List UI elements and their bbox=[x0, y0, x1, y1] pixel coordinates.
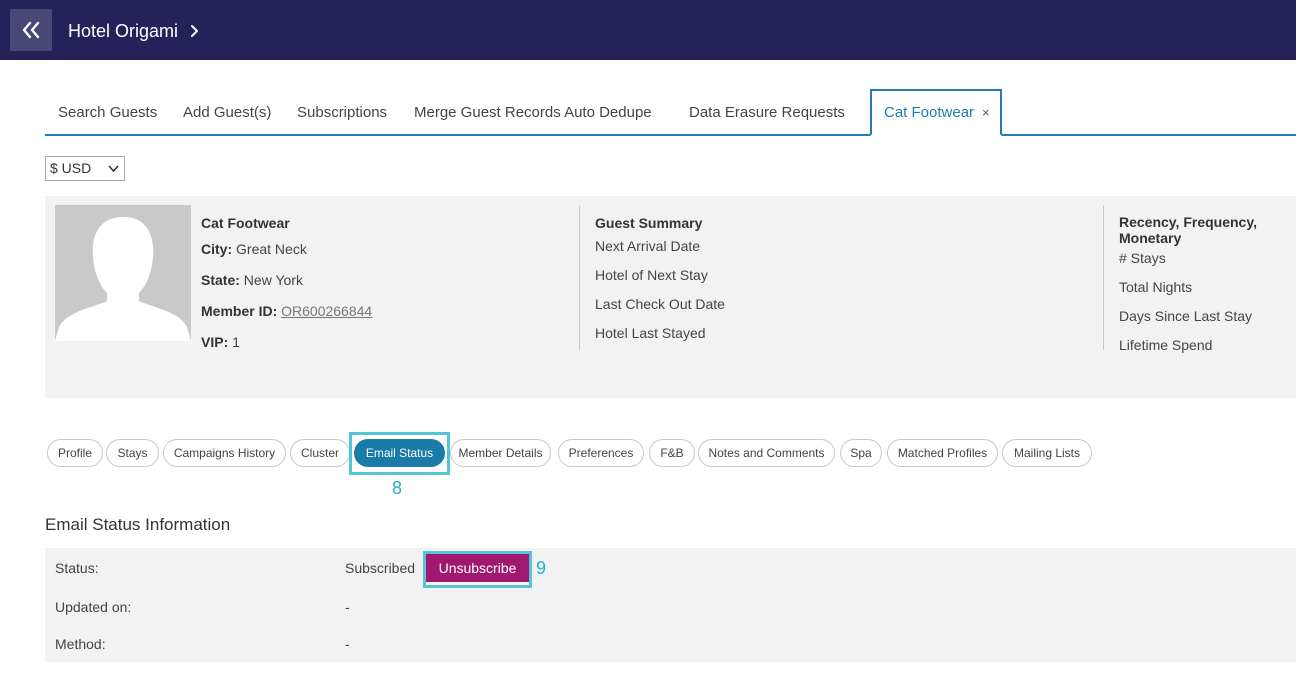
user-silhouette-icon bbox=[55, 205, 191, 341]
status-label: Status: bbox=[55, 560, 99, 576]
rfm-row: Days Since Last Stay bbox=[1119, 308, 1253, 324]
member-id-row: Member ID: OR600266844 bbox=[201, 302, 372, 320]
guest-details: Cat Footwear City: Great Neck State: New… bbox=[201, 214, 372, 364]
rfm-summary: Recency, Frequency, Monetary # Stays Tot… bbox=[1119, 214, 1289, 366]
subtab-profile[interactable]: Profile bbox=[47, 439, 103, 467]
guest-summary: Guest Summary Next Arrival Date Hotel of… bbox=[595, 214, 725, 353]
rfm-heading: Recency, Frequency, Monetary bbox=[1119, 214, 1257, 246]
subtab-campaigns-history[interactable]: Campaigns History bbox=[163, 439, 286, 467]
email-status-table: Status: Subscribed Unsubscribe Updated o… bbox=[45, 548, 1296, 662]
subtab-stays[interactable]: Stays bbox=[106, 439, 159, 467]
guest-summary-heading: Guest Summary bbox=[595, 215, 703, 231]
subtab-cluster[interactable]: Cluster bbox=[290, 439, 350, 467]
rfm-row: # Stays bbox=[1119, 250, 1166, 266]
tab-subscriptions[interactable]: Subscriptions bbox=[297, 89, 387, 134]
callout-8: 8 bbox=[392, 478, 403, 498]
guest-name: Cat Footwear bbox=[201, 215, 290, 231]
method-value: - bbox=[345, 636, 350, 652]
subtab-preferences[interactable]: Preferences bbox=[558, 439, 644, 467]
avatar bbox=[55, 205, 191, 341]
highlight-email-status bbox=[349, 432, 450, 475]
rfm-row: Lifetime Spend bbox=[1119, 337, 1213, 353]
subtab-matched-profiles[interactable]: Matched Profiles bbox=[887, 439, 998, 467]
tab-search-guests[interactable]: Search Guests bbox=[58, 89, 157, 134]
subtab-fb[interactable]: F&B bbox=[649, 439, 695, 467]
summary-row: Next Arrival Date bbox=[595, 238, 701, 254]
state-row: State: New York bbox=[201, 271, 372, 289]
subtab-notes-and-comments[interactable]: Notes and Comments bbox=[698, 439, 835, 467]
divider bbox=[579, 206, 580, 350]
top-bar: Hotel Origami bbox=[0, 0, 1296, 60]
app-title[interactable]: Hotel Origami bbox=[68, 20, 178, 42]
member-id-label: Member ID: bbox=[201, 303, 278, 319]
summary-row: Hotel of Next Stay bbox=[595, 267, 708, 283]
close-icon[interactable]: × bbox=[982, 105, 990, 120]
tab-data-erasure-requests[interactable]: Data Erasure Requests bbox=[689, 89, 845, 134]
summary-row: Hotel Last Stayed bbox=[595, 325, 706, 341]
double-chevron-left-icon bbox=[22, 21, 40, 39]
chevron-right-icon[interactable] bbox=[190, 24, 200, 38]
city-row: City: Great Neck bbox=[201, 240, 372, 258]
tab-cat-footwear[interactable]: Cat Footwear × bbox=[870, 89, 1002, 136]
vip-row: VIP: 1 bbox=[201, 333, 372, 351]
tab-merge-guest-records[interactable]: Merge Guest Records Auto Dedupe bbox=[414, 89, 652, 134]
rfm-row: Total Nights bbox=[1119, 279, 1193, 295]
chevron-down-icon bbox=[108, 165, 119, 173]
tab-label: Cat Footwear bbox=[884, 104, 975, 121]
vip-value: 1 bbox=[232, 334, 240, 350]
currency-value: $ USD bbox=[50, 160, 92, 176]
state-label: State: bbox=[201, 272, 240, 288]
updated-on-value: - bbox=[345, 599, 350, 615]
summary-row: Last Check Out Date bbox=[595, 296, 725, 312]
method-label: Method: bbox=[55, 636, 106, 652]
back-button[interactable] bbox=[10, 9, 52, 51]
tab-add-guests[interactable]: Add Guest(s) bbox=[183, 89, 271, 134]
subtab-mailing-lists[interactable]: Mailing Lists bbox=[1002, 439, 1092, 467]
callout-9: 9 bbox=[536, 558, 547, 578]
divider bbox=[1103, 206, 1104, 350]
subtab-spa[interactable]: Spa bbox=[840, 439, 882, 467]
vip-label: VIP: bbox=[201, 334, 229, 350]
city-value: Great Neck bbox=[236, 241, 307, 257]
subtab-member-details[interactable]: Member Details bbox=[450, 439, 551, 467]
email-status-title: Email Status Information bbox=[45, 515, 231, 534]
guest-profile-panel: Cat Footwear City: Great Neck State: New… bbox=[45, 196, 1296, 398]
status-value: Subscribed bbox=[345, 560, 416, 576]
updated-on-label: Updated on: bbox=[55, 599, 132, 615]
member-id-link[interactable]: OR600266844 bbox=[281, 303, 372, 319]
city-label: City: bbox=[201, 241, 233, 257]
highlight-unsubscribe bbox=[423, 551, 532, 588]
state-value: New York bbox=[243, 272, 303, 288]
currency-select[interactable]: $ USD bbox=[45, 156, 125, 181]
guest-tabs: Search Guests Add Guest(s) Subscriptions… bbox=[45, 89, 1296, 136]
